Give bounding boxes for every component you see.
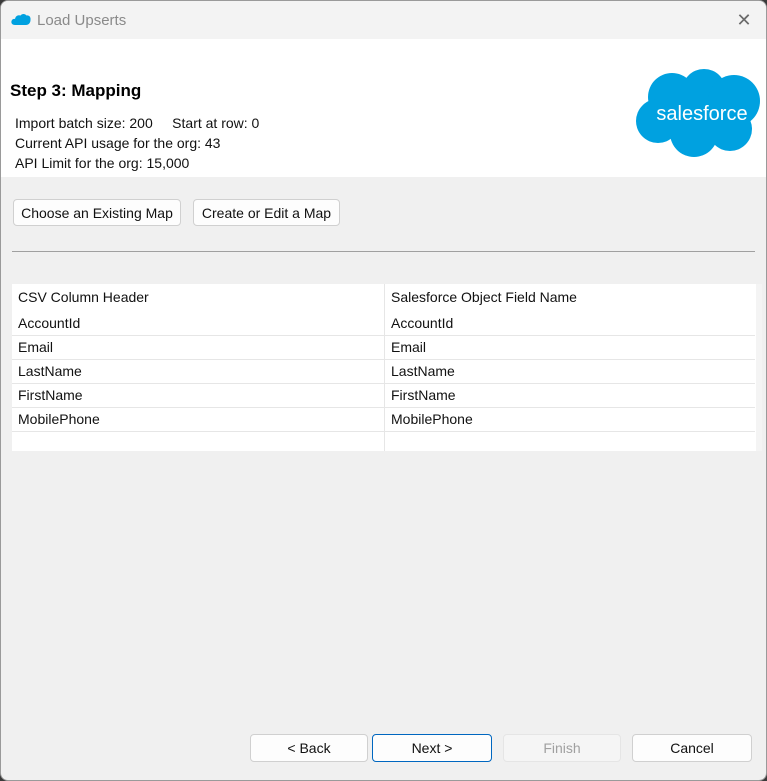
choose-existing-map-button[interactable]: Choose an Existing Map bbox=[13, 199, 181, 226]
table-row[interactable]: MobilePhone MobilePhone bbox=[12, 407, 755, 432]
close-icon: ✕ bbox=[736, 10, 752, 30]
field-cell[interactable] bbox=[384, 431, 755, 451]
csv-cell[interactable]: AccountId bbox=[12, 311, 384, 335]
window-title: Load Upserts bbox=[37, 12, 127, 29]
cancel-button[interactable]: Cancel bbox=[632, 734, 752, 762]
salesforce-logo: salesforce bbox=[636, 69, 760, 157]
wizard-header: Step 3: Mapping Import batch size: 200 S… bbox=[1, 39, 766, 177]
csv-cell[interactable]: LastName bbox=[12, 359, 384, 383]
table-row[interactable]: AccountId AccountId bbox=[12, 311, 755, 336]
table-header-row: CSV Column Header Salesforce Object Fiel… bbox=[12, 284, 755, 311]
table-row[interactable]: Email Email bbox=[12, 335, 755, 360]
field-cell[interactable]: MobilePhone bbox=[384, 407, 755, 431]
csv-cell[interactable]: Email bbox=[12, 335, 384, 359]
table-row[interactable]: LastName LastName bbox=[12, 359, 755, 384]
mapping-table: CSV Column Header Salesforce Object Fiel… bbox=[12, 284, 762, 451]
field-cell[interactable]: AccountId bbox=[384, 311, 755, 335]
column-header-csv[interactable]: CSV Column Header bbox=[12, 284, 384, 311]
salesforce-cloud-icon bbox=[11, 14, 31, 25]
table-scrollbar[interactable] bbox=[756, 284, 762, 451]
field-cell[interactable]: FirstName bbox=[384, 383, 755, 407]
csv-cell[interactable]: MobilePhone bbox=[12, 407, 384, 431]
close-button[interactable]: ✕ bbox=[732, 9, 756, 31]
csv-cell[interactable] bbox=[12, 431, 384, 451]
next-button[interactable]: Next > bbox=[372, 734, 492, 762]
batch-info: Import batch size: 200 Start at row: 0 bbox=[15, 115, 260, 131]
column-header-salesforce-field[interactable]: Salesforce Object Field Name bbox=[384, 284, 755, 311]
api-limit: API Limit for the org: 15,000 bbox=[15, 155, 190, 171]
title-bar: Load Upserts ✕ bbox=[1, 1, 766, 39]
create-edit-map-button[interactable]: Create or Edit a Map bbox=[193, 199, 340, 226]
csv-cell[interactable]: FirstName bbox=[12, 383, 384, 407]
logo-text: salesforce bbox=[656, 103, 747, 125]
divider bbox=[12, 251, 755, 252]
table-row-empty[interactable] bbox=[12, 431, 755, 451]
back-button[interactable]: < Back bbox=[250, 734, 368, 762]
table-row[interactable]: FirstName FirstName bbox=[12, 383, 755, 408]
field-cell[interactable]: LastName bbox=[384, 359, 755, 383]
finish-button: Finish bbox=[503, 734, 621, 762]
load-upserts-dialog: Load Upserts ✕ Step 3: Mapping Import ba… bbox=[0, 0, 767, 781]
step-title: Step 3: Mapping bbox=[10, 81, 142, 100]
api-usage: Current API usage for the org: 43 bbox=[15, 135, 221, 151]
field-cell[interactable]: Email bbox=[384, 335, 755, 359]
